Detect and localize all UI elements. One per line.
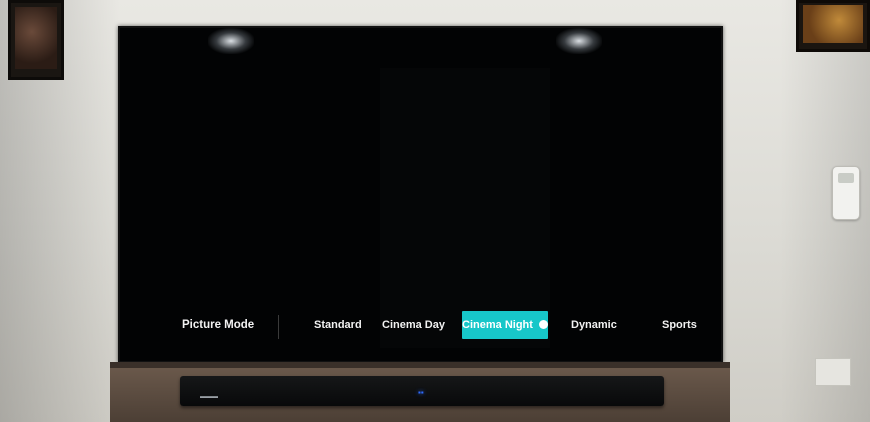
option-cinema-night-label: Cinema Night <box>462 319 533 331</box>
picture-mode-title: Picture Mode <box>182 319 255 331</box>
screen-glare-right <box>556 28 602 54</box>
tv-stand-top-edge <box>110 362 730 368</box>
option-standard[interactable]: Standard <box>314 311 362 339</box>
wall-picture-frame-left <box>8 0 64 80</box>
picture-mode-menu: Picture Mode Standard Cinema Day Cinema … <box>120 311 721 343</box>
screen-glare-left <box>208 28 254 54</box>
option-cinema-night[interactable]: Cinema Night <box>462 311 548 339</box>
option-dynamic[interactable]: Dynamic <box>571 311 617 339</box>
menu-divider <box>278 315 279 339</box>
option-cinema-day[interactable]: Cinema Day <box>382 311 445 339</box>
tv-screen: Picture Mode Standard Cinema Day Cinema … <box>118 26 723 363</box>
soundbar-status-led: ▪▪ <box>418 388 424 397</box>
ac-remote-screen <box>838 173 854 183</box>
option-sports[interactable]: Sports <box>662 311 697 339</box>
wall-outlet <box>815 358 851 386</box>
ac-remote-holder <box>832 166 860 220</box>
check-circle-icon <box>538 320 548 329</box>
wall-picture-frame-right <box>796 0 870 52</box>
soundbar-brand-logo: ▬▬▬ <box>200 394 218 400</box>
frame-artwork-left <box>15 7 57 69</box>
frame-artwork-right <box>803 5 863 43</box>
screen-reflection <box>380 68 550 348</box>
soundbar: ▬▬▬ ▪▪ <box>180 376 664 406</box>
